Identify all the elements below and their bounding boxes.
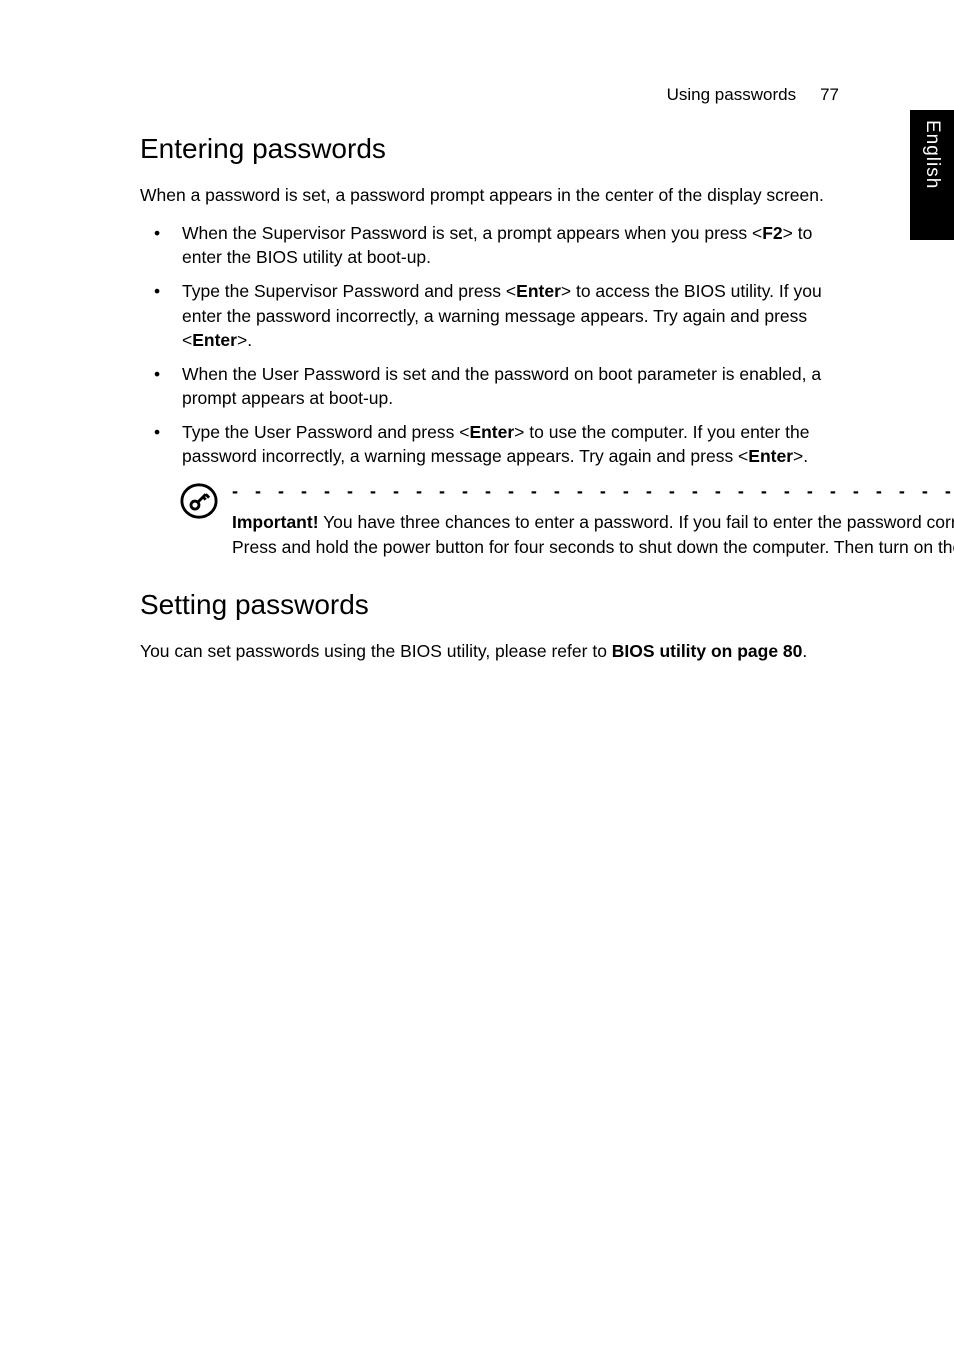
key-name: F2 bbox=[762, 223, 782, 243]
bullet-list: When the Supervisor Password is set, a p… bbox=[140, 221, 839, 468]
setting-passwords-paragraph: You can set passwords using the BIOS uti… bbox=[140, 639, 839, 663]
page-number: 77 bbox=[820, 85, 839, 105]
key-name: Enter bbox=[192, 330, 237, 350]
key-name: Enter bbox=[516, 281, 561, 301]
body-text: You can set passwords using the BIOS uti… bbox=[140, 641, 612, 661]
bullet-text: >. bbox=[237, 330, 252, 350]
note-content: - - - - - - - - - - - - - - - - - - - - … bbox=[232, 482, 954, 558]
bullet-text: >. bbox=[793, 446, 808, 466]
header-title: Using passwords bbox=[667, 85, 796, 105]
note-body: You have three chances to enter a passwo… bbox=[232, 512, 954, 556]
important-note: - - - - - - - - - - - - - - - - - - - - … bbox=[180, 482, 839, 558]
key-name: Enter bbox=[748, 446, 793, 466]
bullet-text: Type the User Password and press < bbox=[182, 422, 469, 442]
page-header: Using passwords 77 bbox=[140, 85, 839, 105]
intro-paragraph: When a password is set, a password promp… bbox=[140, 183, 839, 207]
key-icon bbox=[180, 482, 218, 520]
section-heading-entering-passwords: Entering passwords bbox=[140, 133, 839, 165]
cross-reference: BIOS utility on page 80 bbox=[612, 641, 803, 661]
bullet-item: Type the User Password and press <Enter>… bbox=[140, 420, 839, 468]
section-heading-setting-passwords: Setting passwords bbox=[140, 589, 839, 621]
note-text: Important! You have three chances to ent… bbox=[232, 510, 954, 558]
bullet-item: Type the Supervisor Password and press <… bbox=[140, 279, 839, 351]
body-text: . bbox=[802, 641, 807, 661]
language-tab-label: English bbox=[921, 120, 943, 189]
note-divider-dots: - - - - - - - - - - - - - - - - - - - - … bbox=[232, 482, 954, 500]
note-label: Important! bbox=[232, 512, 319, 532]
key-name: Enter bbox=[469, 422, 514, 442]
bullet-text: When the Supervisor Password is set, a p… bbox=[182, 223, 762, 243]
page-container: Using passwords 77 English Entering pass… bbox=[0, 0, 954, 1369]
bullet-item: When the Supervisor Password is set, a p… bbox=[140, 221, 839, 269]
language-tab: English bbox=[910, 110, 954, 240]
bullet-item: When the User Password is set and the pa… bbox=[140, 362, 839, 410]
bullet-text: When the User Password is set and the pa… bbox=[182, 364, 821, 408]
bullet-text: Type the Supervisor Password and press < bbox=[182, 281, 516, 301]
